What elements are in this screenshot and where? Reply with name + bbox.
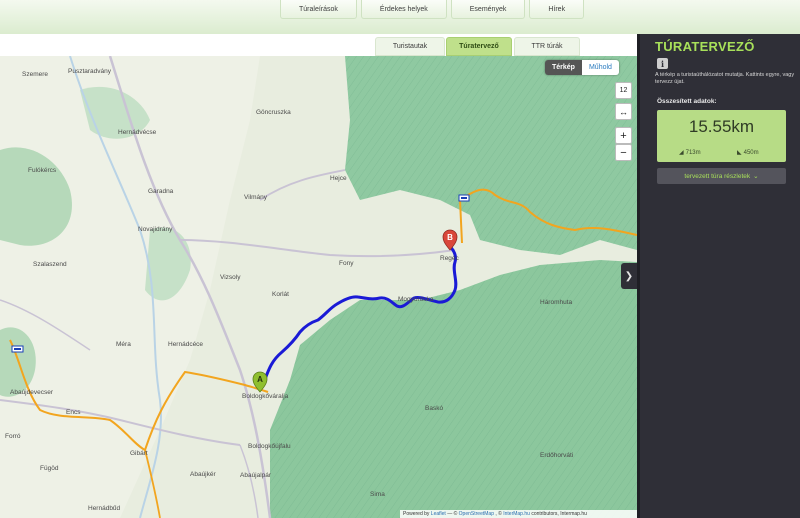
panel-toggle-chevron-icon[interactable]: ❯	[621, 263, 637, 289]
route-marker-b-label: B	[447, 233, 453, 242]
map-attribution: Powered by Leaflet — © OpenStreetMap , ©…	[400, 510, 637, 518]
place-label: Szemere	[22, 71, 48, 78]
panel-description: A térkép a turistaúthálózatot mutatja. K…	[655, 72, 795, 85]
nav-tours[interactable]: Túraleírások	[280, 0, 357, 19]
place-label: Pusztaradvány	[68, 68, 112, 75]
top-bar: Túraleírások Érdekes helyek Események Hí…	[0, 0, 800, 35]
nav-events[interactable]: Események	[450, 0, 526, 19]
attribution-text: — ©	[447, 511, 458, 517]
top-nav: Túraleírások Érdekes helyek Események Hí…	[280, 0, 588, 19]
place-label: Mogyoróska	[398, 296, 434, 303]
place-label: Abaújkér	[190, 471, 216, 478]
leaflet-link[interactable]: Leaflet	[431, 511, 446, 517]
place-label: Abaújalpár	[240, 472, 272, 479]
descent-icon: ◣	[737, 150, 742, 156]
attribution-text: , ©	[495, 511, 502, 517]
place-label: Abaújdevecser	[10, 389, 54, 396]
place-label: Hernádbűd	[88, 505, 121, 512]
place-label: Baskó	[425, 405, 443, 412]
place-label: Forró	[5, 433, 21, 440]
trail-sign-east-stripe	[461, 197, 467, 199]
place-label: Garadna	[148, 188, 174, 195]
place-label: Méra	[116, 341, 131, 348]
place-label: Encs	[66, 409, 81, 416]
total-distance: 15.55km	[688, 117, 755, 136]
route-details-label: tervezett túra részletek	[684, 172, 751, 180]
place-label: Boldogkőváralja	[242, 393, 289, 400]
sub-tabs: Turistautak Túratervező TTR túrák	[0, 34, 637, 57]
ascent-value: 713m	[685, 149, 701, 156]
chevron-down-icon: ⌄	[753, 173, 759, 180]
tab-planner[interactable]: Túratervező	[446, 37, 512, 56]
nav-news[interactable]: Hírek	[529, 0, 585, 19]
place-label: Boldogkőújfalu	[248, 443, 291, 450]
place-label: Fony	[339, 260, 354, 267]
route-marker-a-label: A	[257, 375, 263, 384]
place-label: Fulókércs	[28, 167, 57, 174]
panel-title: TÚRATERVEZŐ	[655, 39, 755, 54]
place-label: Hernádcéce	[168, 341, 203, 348]
stats-box: 15.55km ◢ 713m ◣ 450m	[657, 110, 786, 162]
place-label: Regéc	[440, 255, 460, 262]
layer-satellite-button[interactable]: Műhold	[581, 60, 619, 75]
info-icon[interactable]: i	[657, 58, 668, 69]
place-label: Szalaszend	[33, 261, 67, 268]
tab-trails[interactable]: Turistautak	[375, 37, 445, 56]
place-label: Gibárt	[130, 450, 148, 457]
attribution-text: Powered by	[403, 511, 430, 517]
route-details-button[interactable]: tervezett túra részletek ⌄	[657, 168, 786, 184]
place-label: Hernádvécse	[118, 129, 157, 136]
nav-places[interactable]: Érdekes helyek	[360, 0, 447, 19]
layer-map-button[interactable]: Térkép	[545, 60, 582, 75]
place-label: Háromhuta	[540, 299, 573, 306]
place-label: Göncruszka	[256, 109, 291, 116]
zoom-out-button[interactable]: −	[615, 144, 632, 161]
map-canvas[interactable]: B A Szemere Pusztaradvány Göncruszka Her…	[0, 56, 637, 518]
ascent-stat: ◢ 713m	[679, 149, 701, 157]
descent-stat: ◣ 450m	[737, 149, 759, 157]
attribution-text: contributors, Intermap.hu	[531, 511, 587, 517]
descent-value: 450m	[743, 149, 759, 156]
tab-ttr-tours[interactable]: TTR túrák	[514, 37, 580, 56]
place-label: Korlát	[272, 291, 289, 298]
place-label: Sima	[370, 491, 385, 498]
place-label: Fügöd	[40, 465, 59, 472]
zoom-in-button[interactable]: +	[615, 127, 632, 144]
place-label: Erdőhorváti	[540, 452, 573, 459]
zoom-level-indicator: 12	[615, 82, 632, 99]
ascent-icon: ◢	[679, 150, 684, 156]
osm-link[interactable]: OpenStreetMap	[459, 511, 494, 517]
place-label: Vizsoly	[220, 274, 241, 281]
map-svg: B A Szemere Pusztaradvány Göncruszka Her…	[0, 56, 637, 518]
stats-label: Összesített adatok:	[657, 98, 717, 105]
place-label: Vilmány	[244, 194, 268, 201]
layer-switcher: Térkép Műhold	[545, 60, 619, 75]
trail-sign-west-stripe	[14, 348, 21, 350]
intermap-link[interactable]: InterMap.hu	[503, 511, 530, 517]
planner-panel: TÚRATERVEZŐ i A térkép a turistaúthálóza…	[637, 34, 800, 518]
measure-icon[interactable]: ↔	[615, 103, 632, 120]
place-label: Hejce	[330, 175, 347, 182]
place-label: Novajidrány	[138, 226, 173, 233]
